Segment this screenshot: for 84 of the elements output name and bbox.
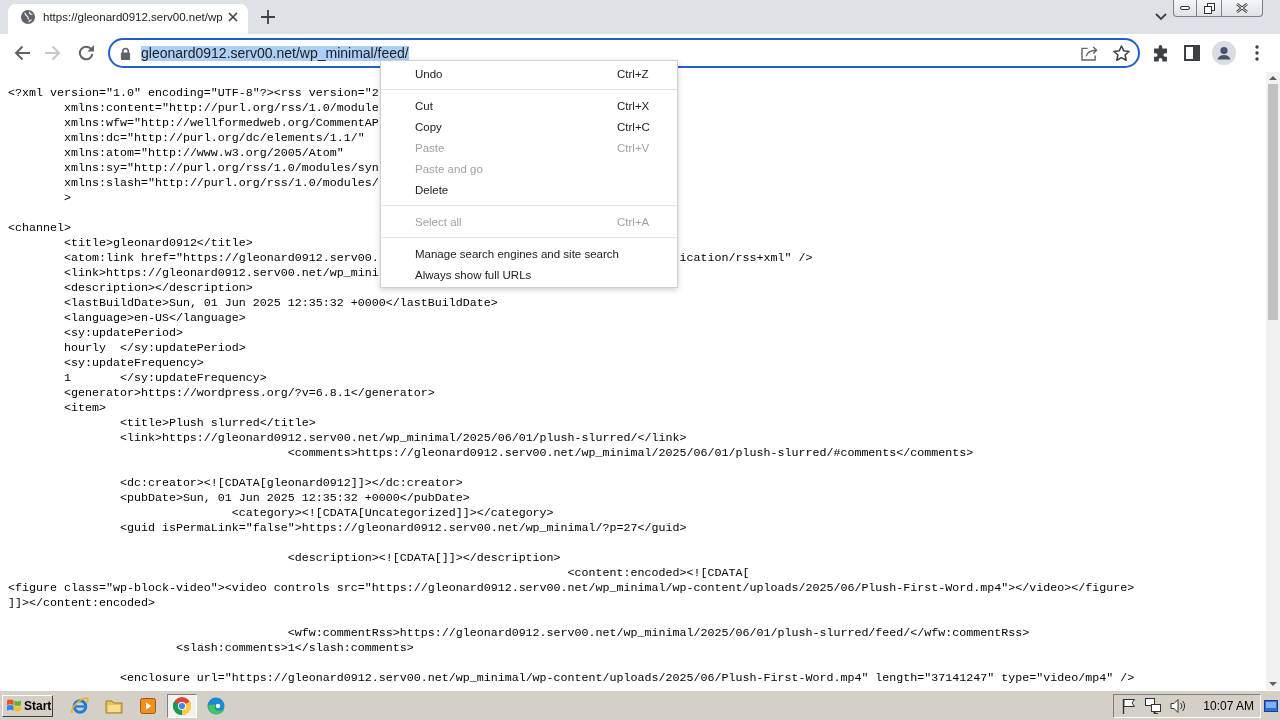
taskbar-app-button[interactable] <box>167 693 197 718</box>
chevron-down-icon[interactable] <box>1155 13 1167 21</box>
menu-item[interactable]: Manage search engines and site search <box>381 243 677 264</box>
code-line: <dc:creator><![CDATA[gleonard0912]]></dc:creator> <box>119 476 463 490</box>
swirl-logo-icon <box>207 696 225 715</box>
clock[interactable]: 10:07 AM <box>1203 698 1254 713</box>
menu-item[interactable]: Copy Ctrl+C <box>381 116 677 137</box>
browser-tab[interactable]: https://gleonard0912.serv00.net/wp <box>8 4 248 34</box>
code-line: <title>gleonard0912</title> <box>63 236 253 250</box>
close-button[interactable] <box>1222 0 1263 17</box>
play-tile-icon <box>140 697 156 714</box>
code-line: xmlns:dc="http://purl.org/dc/elements/1.1/" <box>63 131 365 145</box>
code-line: xmlns:sy="http://purl.org/rss/1.0/modules/syn <box>63 161 379 175</box>
avatar-icon[interactable] <box>1212 41 1236 65</box>
keyboard-shortcut: Ctrl+V <box>617 141 650 154</box>
menu-item[interactable]: Delete <box>381 179 677 200</box>
ring-logo-icon <box>71 696 89 715</box>
code-line: <pubDate>Sun, 01 Jun 2025 12:35:32 +0000</pubDate> <box>119 491 470 505</box>
code-line: xmlns:wfw="http://wellformedweb.org/CommentAP <box>63 116 379 130</box>
scroll-up-icon[interactable] <box>1269 76 1277 80</box>
folder-icon <box>105 697 123 714</box>
menu-item[interactable]: Cut Ctrl+X <box>381 95 677 116</box>
restore-button[interactable] <box>1197 0 1222 17</box>
code-line: <language>en-US</language> <box>63 311 246 325</box>
browser-logo-icon <box>173 696 191 715</box>
menu-item[interactable]: Always show full URLs <box>381 264 677 285</box>
code-line: <atom:link href="https://gleonard0912.serv00. <box>63 251 379 265</box>
minimize-button[interactable] <box>1173 0 1197 17</box>
code-line: xmlns:atom="http://www.w3.org/2005/Atom" <box>63 146 344 160</box>
code-line: <description><![CDATA[]]></description> <box>287 551 561 565</box>
close-icon[interactable] <box>228 12 238 22</box>
code-line: <link>https://gleonard0912.serv00.net/wp_mini <box>63 266 379 280</box>
code-line: <guid isPermaLink="false">https://gleonard0912.serv00.net/wp_minimal/?p=27</guid> <box>119 521 687 535</box>
desktop-icon[interactable] <box>1264 699 1278 712</box>
code-line: <?xml version="1.0" encoding="UTF-8"?><rss version="2 <box>8 86 379 100</box>
code-line: 1 </sy:updateFrequency> <box>63 371 267 385</box>
code-line: <generator>https://wordpress.org/?v=6.8.1</generator> <box>63 386 435 400</box>
globe-icon <box>21 10 35 24</box>
close-icon <box>1236 3 1248 13</box>
flag-logo-icon <box>6 698 22 713</box>
reload-icon[interactable] <box>78 45 94 61</box>
code-line: <sy:updatePeriod> <box>63 326 183 340</box>
keyboard-shortcut: Ctrl+C <box>617 120 650 133</box>
code-line: <description></description> <box>63 281 253 295</box>
flag-icon[interactable] <box>1122 697 1137 714</box>
code-line: <comments>https://gleonard0912.serv00.net/wp_minimal/2025/06/01/plush-slurred/#comments</comments> <box>287 446 974 460</box>
side-panel-icon[interactable] <box>1184 45 1200 61</box>
code-line: xmlns:slash="http://purl.org/rss/1.0/modules/ <box>63 176 379 190</box>
code-line: > <box>63 191 71 205</box>
code-line: <item> <box>63 401 106 415</box>
restore-icon <box>1203 2 1215 14</box>
keyboard-shortcut: Ctrl+X <box>617 99 650 112</box>
code-line: <enclosure url="https://gleonard0912.serv00.net/wp_minimal/wp-content/uploads/2025/06/Plush-First-Word.mp4" length="37141247" type="video/mp4" /> <box>119 671 1135 685</box>
plus-icon[interactable] <box>261 10 275 24</box>
code-line: <slash:comments>1</slash:comments> <box>175 641 414 655</box>
code-line: <wfw:commentRss>https://gleonard0912.serv00.net/wp_minimal/2025/06/01/plush-slurred/feed/</wfw:commentRss> <box>287 626 1030 640</box>
code-line: hourly </sy:updatePeriod> <box>63 341 246 355</box>
keyboard-shortcut: Ctrl+Z <box>617 67 649 80</box>
code-line: <category><![CDATA[Uncategorized]]></category> <box>231 506 554 520</box>
code-line: <sy:updateFrequency> <box>63 356 204 370</box>
minimize-icon <box>1180 6 1190 10</box>
network-icon[interactable] <box>1145 697 1162 714</box>
star-icon[interactable] <box>1113 45 1130 61</box>
code-line: <link>https://gleonard0912.serv00.net/wp_minimal/2025/06/01/plush-slurred/</link> <box>119 431 687 445</box>
code-line: xmlns:content="http://purl.org/rss/1.0/module <box>63 101 379 115</box>
keyboard-shortcut: Ctrl+A <box>617 215 650 228</box>
url-text: gleonard0912.serv00.net/wp_minimal/feed/ <box>141 45 409 61</box>
speaker-icon[interactable] <box>1170 697 1187 714</box>
puzzle-icon[interactable] <box>1153 44 1168 62</box>
code-line: <figure class="wp-block-video"><video controls src="https://gleonard0912.serv00.net/wp_minimal/wp-content/uploads/2025/06/Plush-First-Word.mp4"></video></figure> <box>8 581 1135 595</box>
code-line: <channel> <box>8 221 71 235</box>
back-arrow-icon[interactable] <box>14 45 30 61</box>
code-line: <lastBuildDate>Sun, 01 Jun 2025 12:35:32 +0000</lastBuildDate> <box>63 296 498 310</box>
share-icon[interactable] <box>1081 45 1098 61</box>
menu-icon[interactable] <box>1255 45 1259 61</box>
code-line: ]]></content:encoded> <box>8 596 155 610</box>
code-line: <title>Plush slurred</title> <box>119 416 316 430</box>
start-button[interactable]: Start <box>2 694 53 717</box>
code-line: ication/rss+xml" /> <box>679 251 813 265</box>
scrollbar-track[interactable] <box>1266 72 1280 690</box>
code-line: <content:encoded><![CDATA[ <box>567 566 750 580</box>
scroll-down-icon[interactable] <box>1269 682 1277 686</box>
lock-icon <box>120 46 131 60</box>
scrollbar-thumb[interactable] <box>1268 84 1278 320</box>
